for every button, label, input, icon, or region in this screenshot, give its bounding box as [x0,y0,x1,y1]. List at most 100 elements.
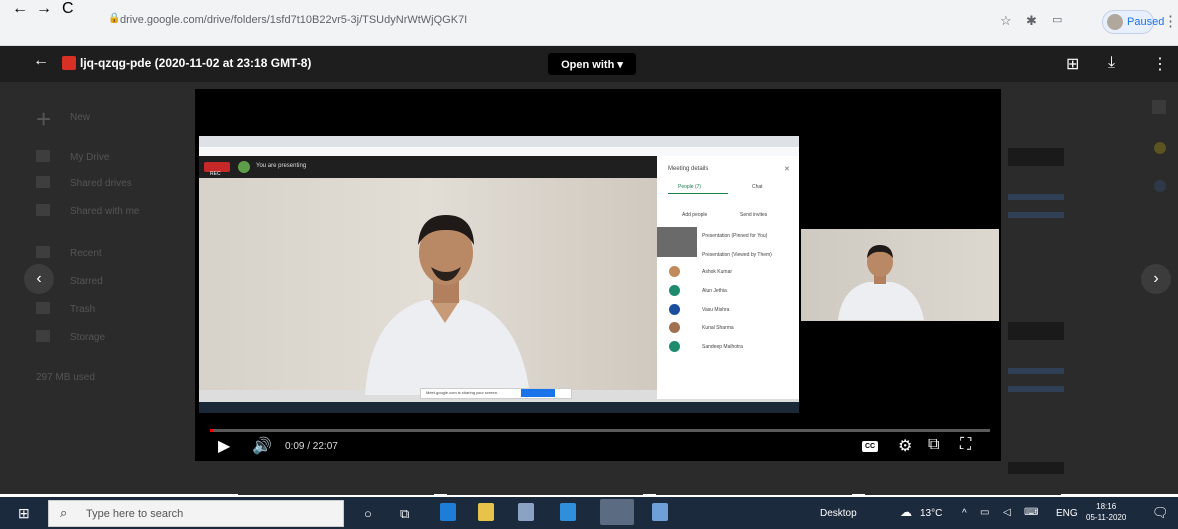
avatar [669,285,680,296]
video-file-icon [62,56,76,70]
network-icon[interactable]: ▭ [980,507,989,518]
shared-icon [36,204,50,216]
back-arrow-icon[interactable]: ← [33,52,49,70]
sidebar-item: Shared with me [70,206,140,217]
windows-start-icon[interactable]: ⊞ [18,505,30,522]
participant-name: Kunal Sharma [702,325,734,331]
volume-tray-icon[interactable]: ◁ [1003,507,1011,518]
language-indicator[interactable]: ENG [1056,508,1078,519]
forward-icon[interactable]: → [36,0,52,18]
reload-icon[interactable]: C [62,0,74,18]
task-view-icon[interactable]: ⧉ [400,506,409,522]
people-icon [36,246,50,258]
search-icon: ⌕ [60,505,68,520]
participant-name: Presentation (Pinned for You) [702,233,768,239]
menu-icon[interactable]: ⋮ [1163,12,1178,30]
recorded-taskbar [199,402,799,413]
file-thumbnail [656,492,852,495]
panel-title: Meeting details [668,166,709,172]
panel-tab-chat: Chat [752,184,763,190]
avatar [669,304,680,315]
recorded-tab-strip [199,136,799,147]
avatar [669,322,680,333]
extension-icon[interactable]: ▭ [1052,13,1062,26]
progress-bar[interactable] [210,429,990,432]
keyboard-icon[interactable]: ⌨ [1024,507,1038,518]
lock-icon: 🔒 [108,13,121,24]
file-explorer-icon[interactable] [478,503,494,521]
store-icon[interactable] [518,503,534,521]
rec-label: REC [210,171,221,177]
miniplayer-icon[interactable]: ⧉ [928,436,939,454]
avatar [669,341,680,352]
drive-icon [36,150,50,162]
mail-icon[interactable] [560,503,576,521]
url-text[interactable]: drive.google.com/drive/folders/1sfd7t10B… [120,14,467,26]
captions-button[interactable]: CC [862,441,878,452]
previous-file-button[interactable]: ‹ [24,264,54,294]
stop-sharing-button [521,389,555,397]
fullscreen-icon[interactable]: ⛶ [960,436,971,454]
chrome-taskbar-icon[interactable] [600,499,634,525]
close-icon: ✕ [784,166,790,173]
person-image [365,215,530,395]
settings-icon[interactable]: ⚙ [898,436,912,456]
add-comment-icon[interactable]: ⊞ [1066,54,1079,74]
storage-text: 297 MB used [36,372,95,383]
participant-name: Vasu Mishra [702,307,730,313]
presenter-avatar [238,161,250,173]
presentation-thumbnail [657,227,697,257]
open-with-button[interactable]: Open with ▾ [548,53,636,75]
download-icon[interactable]: ⤓ [1108,54,1115,72]
volume-icon[interactable]: 🔊 [252,436,272,456]
file-thumbnail [238,492,434,495]
details-icon [1152,100,1166,114]
tasks-icon [1154,180,1166,192]
active-tab-indicator [668,193,728,194]
drive-file-list [1008,146,1064,476]
sidebar-item: My Drive [70,152,110,163]
clock-time: 18:16 [1096,502,1117,511]
presenting-text: You are presenting [256,163,307,169]
add-people-action: Add people [682,212,708,218]
file-thumbnail [447,492,643,495]
sidebar-item: Starred [70,276,103,287]
cortana-icon[interactable]: ○ [364,506,372,521]
weather-icon: ☁ [900,505,912,519]
rec-badge: REC [204,162,230,177]
taskbar-clock[interactable]: 18:16 05-11-2020 [1086,501,1126,523]
desktop-label[interactable]: Desktop [820,508,857,519]
notification-icon[interactable]: 🗨 [1152,505,1169,521]
send-invites-action: Send invites [740,212,768,218]
plus-icon: + [36,104,52,134]
back-icon[interactable]: ← [12,0,28,18]
play-icon[interactable]: ▶ [218,436,230,456]
more-options-icon[interactable]: ⋮ [1152,54,1168,74]
extension-icon[interactable]: ✱ [1026,13,1037,29]
sidebar-item: Storage [70,332,106,343]
profile-label: Paused [1127,16,1165,28]
avatar [669,266,680,277]
file-thumbnail [865,492,1061,495]
sidebar-item: Trash [70,304,96,315]
next-file-button[interactable]: › [1141,264,1171,294]
weather-text: 13°C [920,508,943,519]
participant-name: Alun Jethia [702,288,727,294]
clock-date: 05-11-2020 [1086,513,1127,522]
drive-sidebar: My Drive Shared drives Shared with me Re… [36,146,196,406]
edge-icon[interactable] [440,503,456,521]
file-name: ljq-qzqg-pde (2020-11-02 at 23:18 GMT-8) [80,56,312,70]
sidebar-item: Shared drives [70,178,132,189]
app-icon[interactable] [652,503,668,521]
star-icon[interactable]: ☆ [1000,13,1012,29]
participant-name: Ashok Kumar [702,269,733,275]
participant-name: Sandeep Malhotra [702,344,743,350]
chevron-up-icon[interactable]: ^ [962,508,967,519]
keep-icon [1154,142,1166,154]
sharing-notice-text: Meet.google.com is sharing your screen. [426,390,499,395]
trash-icon [36,330,50,342]
star-icon [36,302,50,314]
new-button: New [70,112,91,123]
profile-button[interactable]: Paused [1102,10,1164,34]
sidebar-item: Recent [70,248,102,259]
